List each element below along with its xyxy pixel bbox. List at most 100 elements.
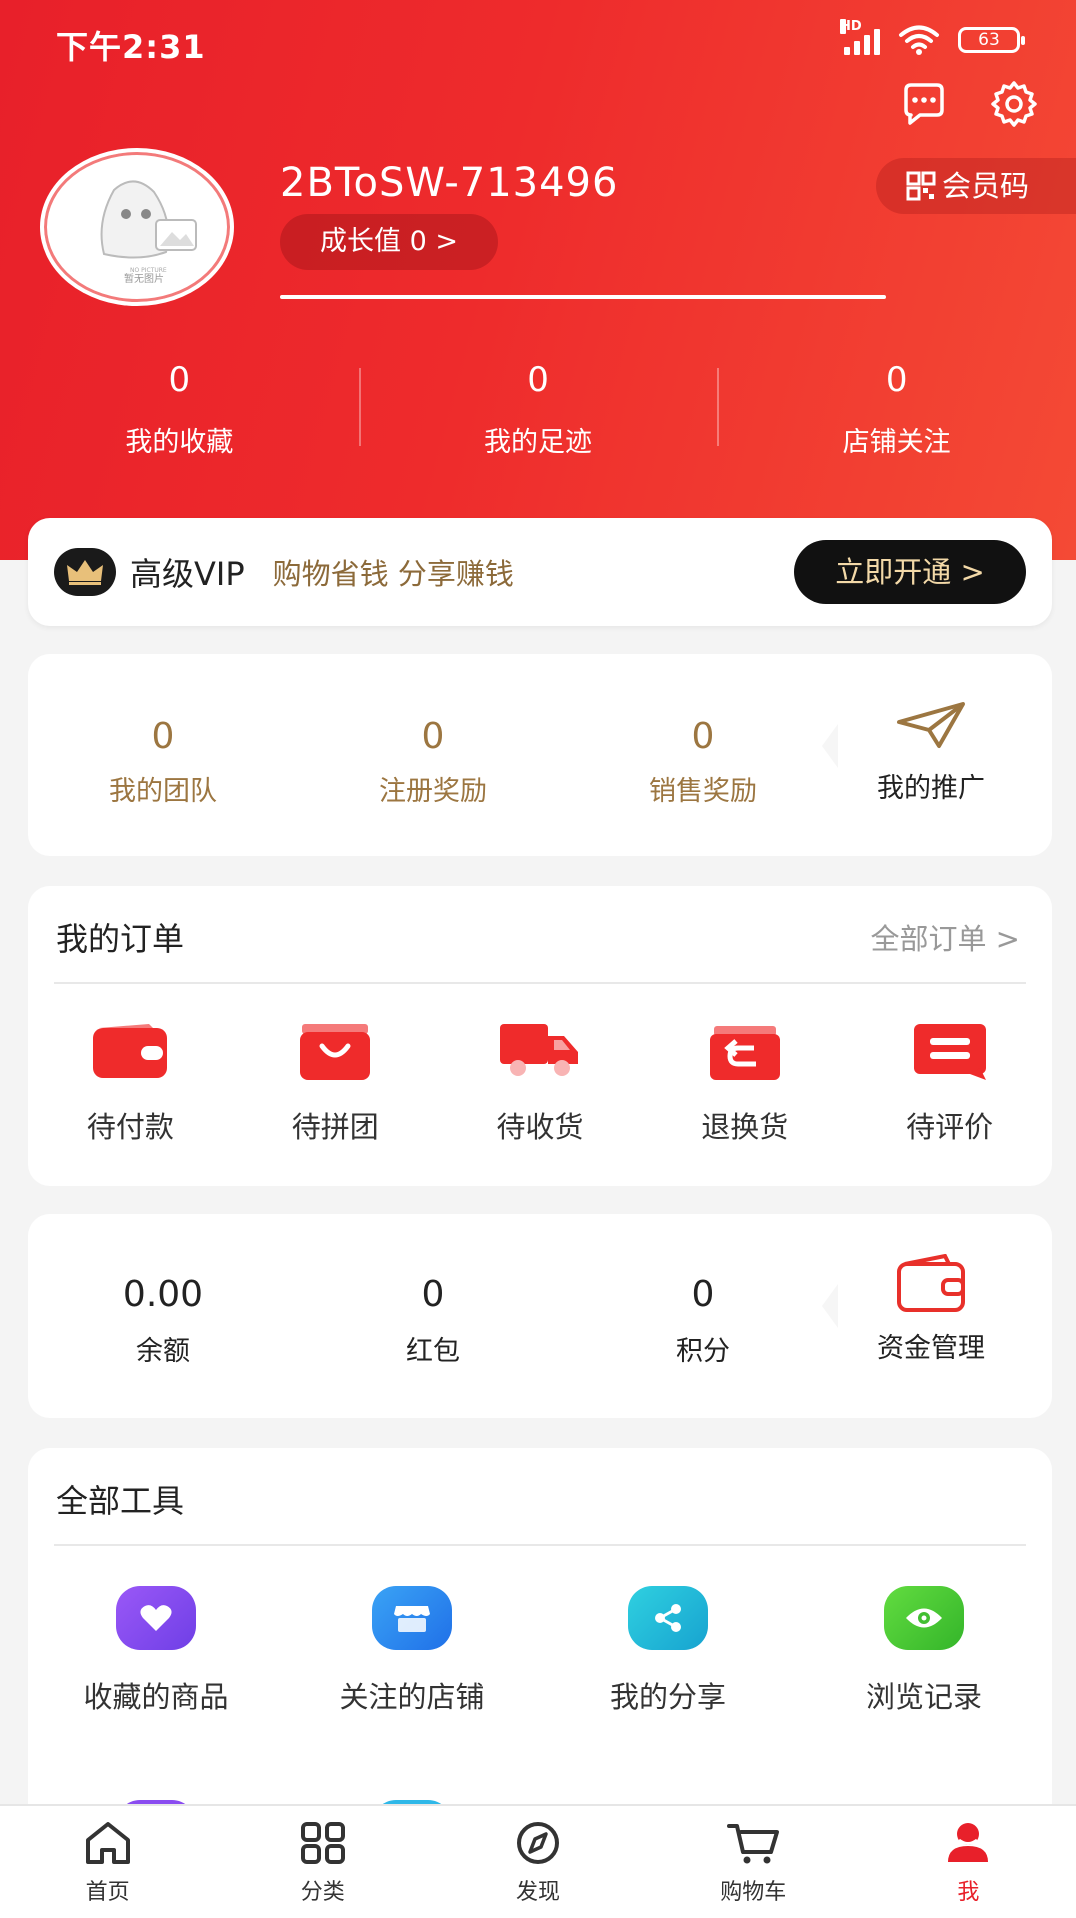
- promo-label: 注册奖励: [379, 776, 487, 807]
- wallet-points[interactable]: 0 积分: [568, 1214, 838, 1418]
- wallet-balance[interactable]: 0.00 余额: [28, 1214, 298, 1418]
- promo-value: 0: [151, 716, 175, 757]
- card-notch: [822, 724, 838, 768]
- battery-icon: 63: [958, 27, 1025, 53]
- member-code-label: 会员码: [942, 169, 1030, 203]
- wallet-icon: [93, 1024, 168, 1078]
- tab-discover[interactable]: 发现: [430, 1806, 645, 1918]
- tool-browse-history[interactable]: 浏览记录: [796, 1586, 1052, 1716]
- order-pending-group[interactable]: 待拼团: [233, 1004, 438, 1146]
- growth-progress-line: [280, 295, 886, 299]
- tools-card: 全部工具 收藏的商品 关注的店铺 我的分享 浏览记录: [28, 1448, 1052, 1848]
- shopping-bag-icon: [300, 1024, 371, 1080]
- growth-value-button[interactable]: 成长值 0 >: [280, 214, 498, 270]
- order-label: 待评价: [906, 1110, 994, 1144]
- avatar-placeholder-image: NO PICTURE 暂无图片: [100, 180, 197, 285]
- promo-sales-reward[interactable]: 0 销售奖励: [568, 654, 838, 856]
- eye-icon: [884, 1586, 964, 1650]
- profile-stats: 0 我的收藏 0 我的足迹 0 店铺关注: [0, 360, 1076, 459]
- network-label: HD: [840, 19, 862, 34]
- home-icon: [85, 1822, 130, 1864]
- tab-label: 首页: [85, 1880, 130, 1905]
- tab-label: 购物车: [720, 1880, 787, 1905]
- share-icon: [628, 1586, 708, 1650]
- wallet-outline-icon: [897, 1253, 965, 1312]
- avatar-caption: 暂无图片: [124, 272, 164, 285]
- tool-followed-stores[interactable]: 关注的店铺: [284, 1586, 540, 1716]
- profile-icon: [948, 1823, 989, 1862]
- tools-title: 全部工具: [56, 1482, 185, 1520]
- avatar-caption-top: NO PICTURE: [130, 267, 167, 274]
- promo-my-team[interactable]: 0 我的团队: [28, 654, 298, 856]
- order-return-exchange[interactable]: 退换货: [642, 1004, 847, 1146]
- tab-label: 发现: [516, 1880, 561, 1905]
- stat-footprints[interactable]: 0 我的足迹: [358, 360, 718, 459]
- divider: [54, 1544, 1026, 1546]
- wallet-label: 积分: [676, 1336, 730, 1367]
- bottom-tab-bar: 首页 分类 发现 购物车 我: [0, 1804, 1076, 1918]
- stat-label: 店铺关注: [842, 427, 951, 458]
- promo-label: 销售奖励: [649, 776, 757, 807]
- avatar[interactable]: NO PICTURE 暂无图片: [40, 148, 234, 306]
- all-orders-link[interactable]: 全部订单 >: [870, 916, 1020, 958]
- fund-management-button[interactable]: 资金管理: [822, 1214, 1024, 1418]
- fund-management-label: 资金管理: [877, 1333, 985, 1364]
- wifi-icon: [899, 25, 939, 55]
- stat-label: 我的收藏: [125, 427, 234, 458]
- order-label: 待收货: [496, 1110, 584, 1144]
- tab-label: 我: [957, 1880, 980, 1905]
- message-icon[interactable]: [900, 80, 948, 128]
- heart-icon: [116, 1586, 196, 1650]
- order-pending-receipt[interactable]: 待收货: [438, 1004, 643, 1146]
- tool-label: 收藏的商品: [83, 1680, 229, 1714]
- stat-value: 0: [885, 360, 908, 400]
- tab-cart[interactable]: 购物车: [646, 1806, 861, 1918]
- compass-icon: [517, 1822, 559, 1864]
- tool-my-share[interactable]: 我的分享: [540, 1586, 796, 1716]
- order-label: 退换货: [701, 1110, 789, 1144]
- store-icon: [372, 1586, 452, 1650]
- divider: [54, 982, 1026, 984]
- tool-favorite-products[interactable]: 收藏的商品: [28, 1586, 284, 1716]
- orders-title: 我的订单: [56, 920, 185, 958]
- qr-code-icon: [906, 171, 936, 201]
- promo-label: 我的团队: [109, 776, 217, 807]
- wallet-value: 0.00: [122, 1274, 204, 1315]
- stat-value: 0: [527, 360, 549, 400]
- stat-value: 0: [168, 360, 191, 400]
- tool-label: 关注的店铺: [339, 1680, 485, 1714]
- settings-icon[interactable]: [990, 80, 1038, 128]
- stat-favorites[interactable]: 0 我的收藏: [0, 360, 359, 459]
- my-promotion-button[interactable]: 我的推广: [822, 654, 1024, 856]
- vip-banner: 高级VIP 购物省钱 分享赚钱 立即开通 >: [28, 518, 1052, 626]
- stat-label: 我的足迹: [484, 427, 592, 458]
- member-code-button[interactable]: 会员码: [876, 158, 1076, 214]
- promo-value: 0: [691, 716, 715, 757]
- my-promotion-label: 我的推广: [877, 773, 985, 804]
- orders-card: 我的订单 全部订单 > 待付款 待拼团 待收货 退换货 待评价: [28, 886, 1052, 1186]
- order-pending-review[interactable]: 待评价: [847, 1004, 1052, 1146]
- status-icons: HD 63: [840, 19, 1025, 56]
- tab-category[interactable]: 分类: [215, 1806, 430, 1918]
- return-icon: [709, 1026, 780, 1080]
- tab-label: 分类: [300, 1880, 345, 1905]
- wallet-value: 0: [691, 1274, 715, 1315]
- tool-label: 我的分享: [609, 1680, 726, 1714]
- vip-activate-button[interactable]: 立即开通 >: [794, 540, 1026, 604]
- signal-icon: HD: [840, 19, 880, 55]
- vip-subtitle: 购物省钱 分享赚钱: [272, 557, 514, 591]
- cart-icon: [727, 1824, 780, 1864]
- wallet-value: 0: [421, 1274, 445, 1315]
- order-pending-payment[interactable]: 待付款: [28, 1004, 233, 1146]
- wallet-red-packet[interactable]: 0 红包: [298, 1214, 568, 1418]
- stat-followed-stores[interactable]: 0 店铺关注: [717, 360, 1076, 459]
- tab-me[interactable]: 我: [861, 1806, 1076, 1918]
- truck-icon: [499, 1024, 578, 1076]
- promotion-card: 0 我的团队 0 注册奖励 0 销售奖励 我的推广: [28, 654, 1052, 856]
- vip-title: 高级VIP: [130, 555, 245, 593]
- promo-register-reward[interactable]: 0 注册奖励: [298, 654, 568, 856]
- profile-header: 下午2:31 HD 63 NO PICTURE 暂无图片 2BToSW-7134…: [0, 0, 1076, 560]
- promo-value: 0: [421, 716, 445, 757]
- card-notch: [822, 1284, 838, 1328]
- tab-home[interactable]: 首页: [0, 1806, 215, 1918]
